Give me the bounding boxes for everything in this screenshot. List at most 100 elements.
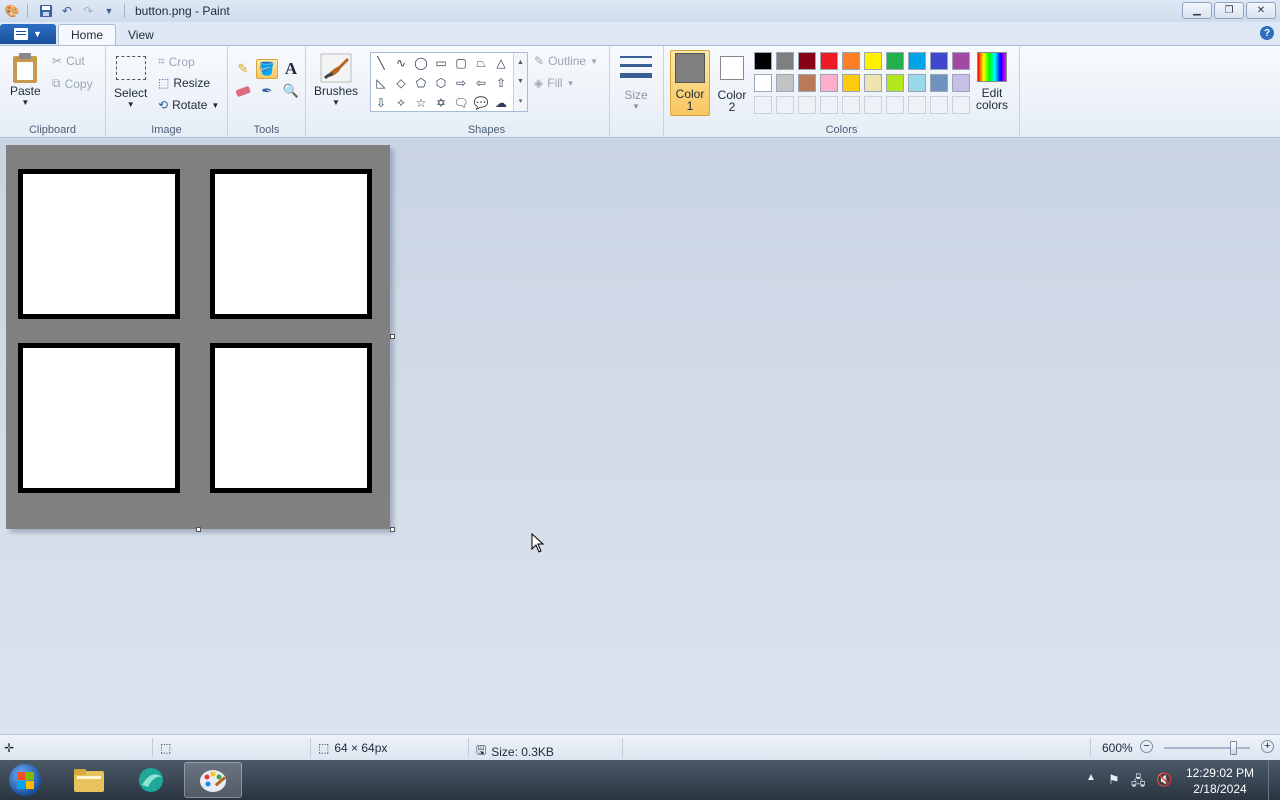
zoom-out-button[interactable]: − <box>1140 740 1153 753</box>
color-swatch[interactable] <box>842 52 860 70</box>
custom-color-slot[interactable] <box>886 96 904 114</box>
color-swatch[interactable] <box>886 52 904 70</box>
paste-button[interactable]: Paste ▼ <box>10 52 41 107</box>
color-swatch[interactable] <box>754 52 772 70</box>
tab-view[interactable]: View <box>116 24 166 45</box>
cut-button[interactable]: ✂ Cut <box>52 54 85 68</box>
custom-color-slot[interactable] <box>776 96 794 114</box>
custom-color-slot[interactable] <box>754 96 772 114</box>
custom-color-slot[interactable] <box>820 96 838 114</box>
eraser-icon[interactable] <box>232 81 254 101</box>
color-swatch[interactable] <box>864 74 882 92</box>
rotate-button[interactable]: ⟲ Rotate ▼ <box>158 98 219 112</box>
fill-button[interactable]: ◈ Fill ▼ <box>534 76 574 90</box>
resize-handle-right[interactable] <box>390 334 395 339</box>
brushes-button[interactable]: Brushes ▼ <box>314 52 358 107</box>
color-swatch[interactable] <box>820 74 838 92</box>
restore-button[interactable]: ❐ <box>1214 2 1244 19</box>
save-icon[interactable] <box>37 2 55 20</box>
up-arrow-shape-icon[interactable]: ⇧ <box>491 73 511 93</box>
browser-taskbar-button[interactable] <box>122 762 180 798</box>
custom-color-slot[interactable] <box>864 96 882 114</box>
color-swatch[interactable] <box>864 52 882 70</box>
zoom-slider-track[interactable] <box>1164 741 1250 755</box>
color1-button[interactable]: Color 1 <box>670 50 710 116</box>
fill-bucket-icon[interactable]: 🪣 <box>256 59 278 79</box>
show-desktop-button[interactable] <box>1268 760 1280 800</box>
canvas-workspace[interactable] <box>0 139 1280 734</box>
hexagon-shape-icon[interactable]: ⬡ <box>431 73 451 93</box>
five-point-star-shape-icon[interactable]: ☆ <box>411 93 431 113</box>
color-swatch[interactable] <box>952 52 970 70</box>
size-button[interactable]: Size ▼ <box>620 54 652 111</box>
crop-button[interactable]: ⌗ Crop <box>158 54 195 69</box>
pencil-icon[interactable]: ✎ <box>232 59 254 79</box>
right-arrow-shape-icon[interactable]: ⇨ <box>451 73 471 93</box>
minimize-button[interactable]: ▁ <box>1182 2 1212 19</box>
system-clock[interactable]: 12:29:02 PM 2/18/2024 <box>1186 765 1254 797</box>
magnifier-icon[interactable]: 🔍 <box>280 81 302 101</box>
oval-callout-shape-icon[interactable]: 💬 <box>471 93 491 113</box>
select-button[interactable]: Select ▼ <box>114 56 147 109</box>
paint-app-icon[interactable]: 🎨 <box>3 2 21 20</box>
custom-color-slot[interactable] <box>952 96 970 114</box>
polygon-shape-icon[interactable]: ⏢ <box>471 53 491 73</box>
file-menu-button[interactable]: ▼ <box>0 24 56 44</box>
color-swatch[interactable] <box>820 52 838 70</box>
start-button[interactable] <box>6 762 44 798</box>
redo-icon[interactable]: ↷ <box>79 2 97 20</box>
resize-button[interactable]: ⬚ Resize <box>158 76 210 90</box>
text-tool-icon[interactable]: A <box>280 59 302 79</box>
resize-handle-bottom[interactable] <box>196 527 201 532</box>
color-swatch[interactable] <box>886 74 904 92</box>
right-triangle-shape-icon[interactable]: ◺ <box>371 73 391 93</box>
help-icon[interactable]: ? <box>1260 26 1274 40</box>
custom-color-slot[interactable] <box>842 96 860 114</box>
tab-home[interactable]: Home <box>58 24 117 45</box>
resize-handle-corner[interactable] <box>390 527 395 532</box>
edit-colors-button[interactable]: Edit colors <box>976 52 1008 112</box>
custom-color-slot[interactable] <box>930 96 948 114</box>
color-swatch[interactable] <box>908 52 926 70</box>
action-center-flag-icon[interactable]: ⚑ <box>1108 772 1120 788</box>
curve-shape-icon[interactable]: ∿ <box>391 53 411 73</box>
zoom-in-button[interactable]: + <box>1261 740 1274 753</box>
custom-color-slot[interactable] <box>908 96 926 114</box>
color-picker-icon[interactable]: ✒ <box>256 81 278 101</box>
down-arrow-shape-icon[interactable]: ⇩ <box>371 93 391 113</box>
network-icon[interactable]: 🖧 <box>1131 772 1146 794</box>
rounded-callout-shape-icon[interactable]: 🗨 <box>451 93 471 113</box>
show-hidden-icons-icon[interactable]: ▲ <box>1086 772 1096 783</box>
color2-button[interactable]: Color 2 <box>714 52 750 114</box>
six-point-star-shape-icon[interactable]: ✡ <box>431 93 451 113</box>
left-arrow-shape-icon[interactable]: ⇦ <box>471 73 491 93</box>
color-swatch[interactable] <box>798 74 816 92</box>
custom-color-slot[interactable] <box>798 96 816 114</box>
color-swatch[interactable] <box>754 74 772 92</box>
cloud-callout-shape-icon[interactable]: ☁ <box>491 93 511 113</box>
color-swatch[interactable] <box>908 74 926 92</box>
shapes-scrollbar[interactable]: ▲ ▼ ▾ <box>513 53 527 111</box>
rectangle-shape-icon[interactable]: ▭ <box>431 53 451 73</box>
volume-muted-icon[interactable]: 🔇 <box>1156 772 1172 788</box>
triangle-shape-icon[interactable]: △ <box>491 53 511 73</box>
customize-toolbar-icon[interactable]: ▼ <box>100 2 118 20</box>
diamond-shape-icon[interactable]: ◇ <box>391 73 411 93</box>
rounded-rectangle-shape-icon[interactable]: ▢ <box>451 53 471 73</box>
color-swatch[interactable] <box>776 52 794 70</box>
four-point-star-shape-icon[interactable]: ✧ <box>391 93 411 113</box>
color-swatch[interactable] <box>952 74 970 92</box>
file-explorer-taskbar-button[interactable] <box>60 762 118 798</box>
copy-button[interactable]: ⧉ Copy <box>52 76 93 91</box>
oval-shape-icon[interactable]: ◯ <box>411 53 431 73</box>
paint-taskbar-button[interactable] <box>184 762 242 798</box>
color-swatch[interactable] <box>930 52 948 70</box>
drawing-canvas[interactable] <box>6 145 390 529</box>
color-swatch[interactable] <box>776 74 794 92</box>
pentagon-shape-icon[interactable]: ⬠ <box>411 73 431 93</box>
zoom-slider-thumb[interactable] <box>1229 741 1237 755</box>
color-swatch[interactable] <box>798 52 816 70</box>
undo-icon[interactable]: ↶ <box>58 2 76 20</box>
outline-button[interactable]: ✎ Outline ▼ <box>534 54 598 68</box>
color-swatch[interactable] <box>842 74 860 92</box>
